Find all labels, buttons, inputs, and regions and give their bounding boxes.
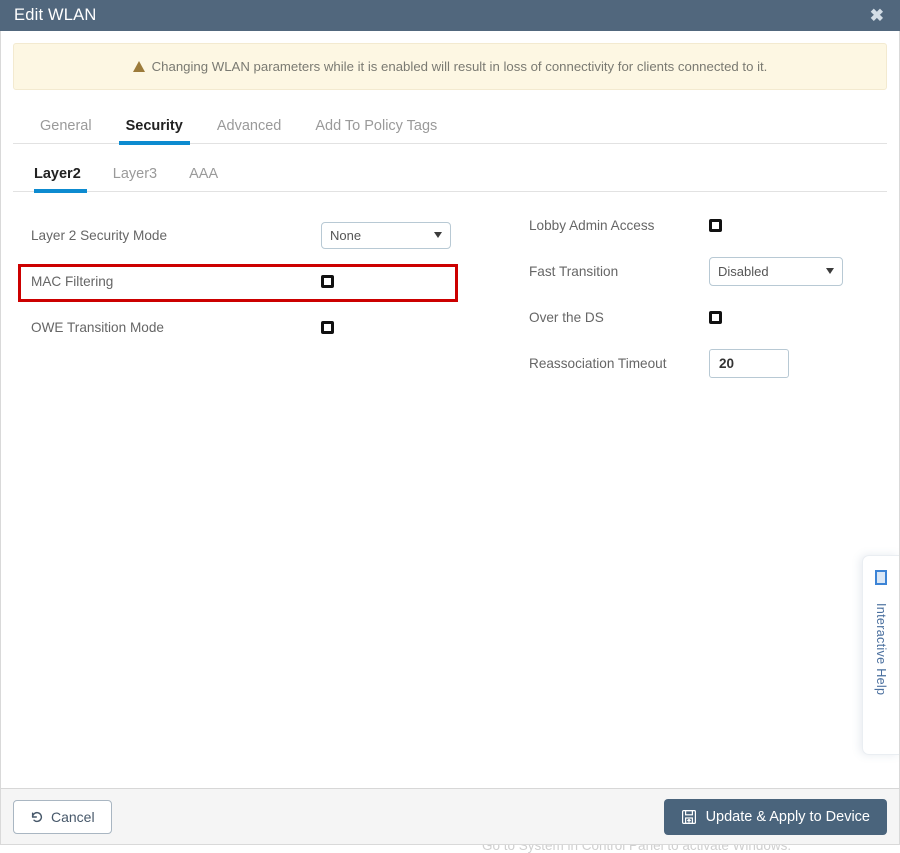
- interactive-help-label: Interactive Help: [874, 603, 888, 696]
- field-owe-transition-mode: OWE Transition Mode: [19, 304, 459, 350]
- undo-arrow-icon: [30, 810, 44, 824]
- field-reassociation-timeout: Reassociation Timeout: [529, 340, 879, 386]
- dialog-footer: Cancel Update & Apply to Device: [0, 788, 900, 845]
- field-mac-filtering: MAC Filtering: [19, 258, 459, 304]
- fast-transition-select[interactable]: Disabled: [709, 256, 843, 286]
- form-right-column: Lobby Admin Access Fast Transition Disab…: [529, 202, 879, 386]
- update-apply-button-label: Update & Apply to Device: [705, 808, 870, 825]
- cancel-button-label: Cancel: [51, 808, 95, 825]
- mac-filtering-label: MAC Filtering: [31, 273, 114, 289]
- interactive-help-tab[interactable]: Interactive Help: [862, 555, 899, 755]
- cancel-button[interactable]: Cancel: [13, 799, 112, 834]
- layer2-security-mode-select[interactable]: None: [321, 221, 451, 249]
- tab-layer3[interactable]: Layer3: [97, 160, 173, 191]
- layer2-security-mode-label: Layer 2 Security Mode: [31, 227, 168, 243]
- warning-message: Changing WLAN parameters while it is ena…: [151, 59, 768, 74]
- dialog-titlebar: Edit WLAN ✖: [0, 0, 900, 31]
- form-left-column: Layer 2 Security Mode None MAC Filtering…: [19, 212, 459, 350]
- field-layer2-security-mode: Layer 2 Security Mode None: [19, 212, 459, 258]
- close-icon[interactable]: ✖: [868, 5, 886, 26]
- save-floppy-icon: [681, 809, 697, 825]
- chevron-down-icon: [434, 232, 442, 238]
- tab-layer2[interactable]: Layer2: [23, 160, 97, 193]
- field-fast-transition: Fast Transition Disabled: [529, 248, 879, 294]
- over-the-ds-checkbox[interactable]: [709, 310, 722, 324]
- dialog-body: Changing WLAN parameters while it is ena…: [0, 31, 900, 788]
- owe-transition-mode-label: OWE Transition Mode: [31, 319, 164, 335]
- dialog-title: Edit WLAN: [14, 6, 97, 24]
- book-icon: [875, 570, 887, 585]
- chevron-down-icon: [826, 268, 834, 274]
- reassociation-timeout-input[interactable]: [709, 348, 789, 378]
- lobby-admin-access-checkbox[interactable]: [709, 218, 722, 232]
- warning-banner: Changing WLAN parameters while it is ena…: [13, 43, 887, 90]
- tab-security[interactable]: Security: [109, 112, 200, 145]
- secondary-tab-bar: Layer2 Layer3 AAA: [13, 160, 887, 193]
- owe-transition-mode-checkbox[interactable]: [321, 320, 334, 334]
- tab-advanced[interactable]: Advanced: [200, 112, 299, 143]
- update-apply-button[interactable]: Update & Apply to Device: [663, 798, 887, 835]
- fast-transition-label: Fast Transition: [529, 263, 619, 279]
- warning-banner-content: Changing WLAN parameters while it is ena…: [132, 59, 768, 74]
- field-over-the-ds: Over the DS: [529, 294, 879, 340]
- reassociation-timeout-label: Reassociation Timeout: [529, 355, 667, 371]
- warning-triangle-icon: [132, 61, 145, 72]
- over-the-ds-label: Over the DS: [529, 309, 604, 325]
- mac-filtering-checkbox[interactable]: [321, 274, 334, 288]
- fast-transition-value: Disabled: [718, 263, 769, 279]
- lobby-admin-access-label: Lobby Admin Access: [529, 217, 655, 233]
- field-lobby-admin-access: Lobby Admin Access: [529, 202, 879, 248]
- tab-add-to-policy-tags[interactable]: Add To Policy Tags: [298, 112, 454, 143]
- layer2-security-mode-value: None: [330, 227, 362, 243]
- primary-tab-bar: General Security Advanced Add To Policy …: [13, 112, 887, 145]
- tab-aaa[interactable]: AAA: [173, 160, 234, 191]
- tab-general[interactable]: General: [23, 112, 109, 143]
